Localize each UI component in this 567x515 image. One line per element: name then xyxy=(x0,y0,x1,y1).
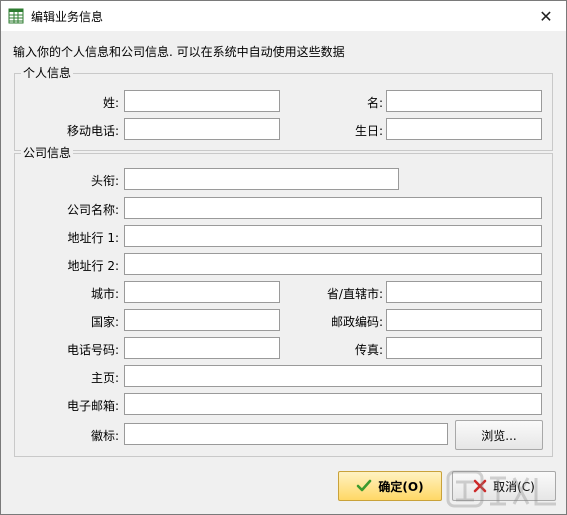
country-input[interactable] xyxy=(124,309,280,331)
phone-label: 电话号码: xyxy=(66,343,119,357)
surname-label: 姓: xyxy=(102,96,119,110)
homepage-input[interactable] xyxy=(124,365,542,387)
close-button[interactable]: ✕ xyxy=(526,1,566,31)
window-title: 编辑业务信息 xyxy=(31,10,104,24)
city-label: 城市: xyxy=(90,287,119,301)
address-line2-input[interactable] xyxy=(124,253,542,275)
given-name-input[interactable] xyxy=(386,90,542,112)
surname-input[interactable] xyxy=(124,90,280,112)
job-title-label: 头衔: xyxy=(90,174,119,188)
address-line2-label: 地址行 2: xyxy=(67,259,120,273)
email-input[interactable] xyxy=(124,393,542,415)
phone-input[interactable] xyxy=(124,337,280,359)
email-label: 电子邮箱: xyxy=(66,399,119,413)
intro-text: 输入你的个人信息和公司信息. 可以在系统中自动使用这些数据 xyxy=(13,45,345,59)
address-line1-label: 地址行 1: xyxy=(67,231,120,245)
job-title-input[interactable] xyxy=(124,168,399,190)
postcode-input[interactable] xyxy=(386,309,542,331)
close-icon: ✕ xyxy=(539,6,553,26)
company-name-input[interactable] xyxy=(124,197,542,219)
ok-button[interactable]: 确定(O) xyxy=(338,471,442,501)
cancel-button-label: 取消(C) xyxy=(493,479,535,494)
ok-button-label: 确定(O) xyxy=(378,479,424,494)
personal-info-legend: 个人信息 xyxy=(21,66,74,80)
browse-button[interactable]: 浏览... xyxy=(455,420,543,450)
cancel-x-icon xyxy=(473,479,487,493)
address-line1-input[interactable] xyxy=(124,225,542,247)
browse-button-label: 浏览... xyxy=(481,428,517,443)
postcode-label: 邮政编码: xyxy=(330,315,383,329)
country-label: 国家: xyxy=(90,315,119,329)
city-input[interactable] xyxy=(124,281,280,303)
fax-label: 传真: xyxy=(354,343,383,357)
mobile-label: 移动电话: xyxy=(66,124,119,138)
fax-input[interactable] xyxy=(386,337,542,359)
province-label: 省/直辖市: xyxy=(326,287,383,301)
logo-path-input[interactable] xyxy=(124,423,448,445)
mobile-phone-input[interactable] xyxy=(124,118,280,140)
company-info-legend: 公司信息 xyxy=(21,146,74,160)
edit-business-info-dialog: 编辑业务信息 ✕ 输入你的个人信息和公司信息. 可以在系统中自动使用这些数据 个… xyxy=(0,0,567,515)
title-bar[interactable]: 编辑业务信息 ✕ xyxy=(1,1,566,31)
birthday-label: 生日: xyxy=(354,124,383,138)
company-name-label: 公司名称: xyxy=(66,203,119,217)
checkmark-icon xyxy=(356,479,372,493)
logo-label: 徽标: xyxy=(90,429,119,443)
spreadsheet-icon xyxy=(8,8,24,24)
cancel-button[interactable]: 取消(C) xyxy=(452,471,556,501)
homepage-label: 主页: xyxy=(90,371,119,385)
given-name-label: 名: xyxy=(366,96,383,110)
birthday-input[interactable] xyxy=(386,118,542,140)
province-input[interactable] xyxy=(386,281,542,303)
